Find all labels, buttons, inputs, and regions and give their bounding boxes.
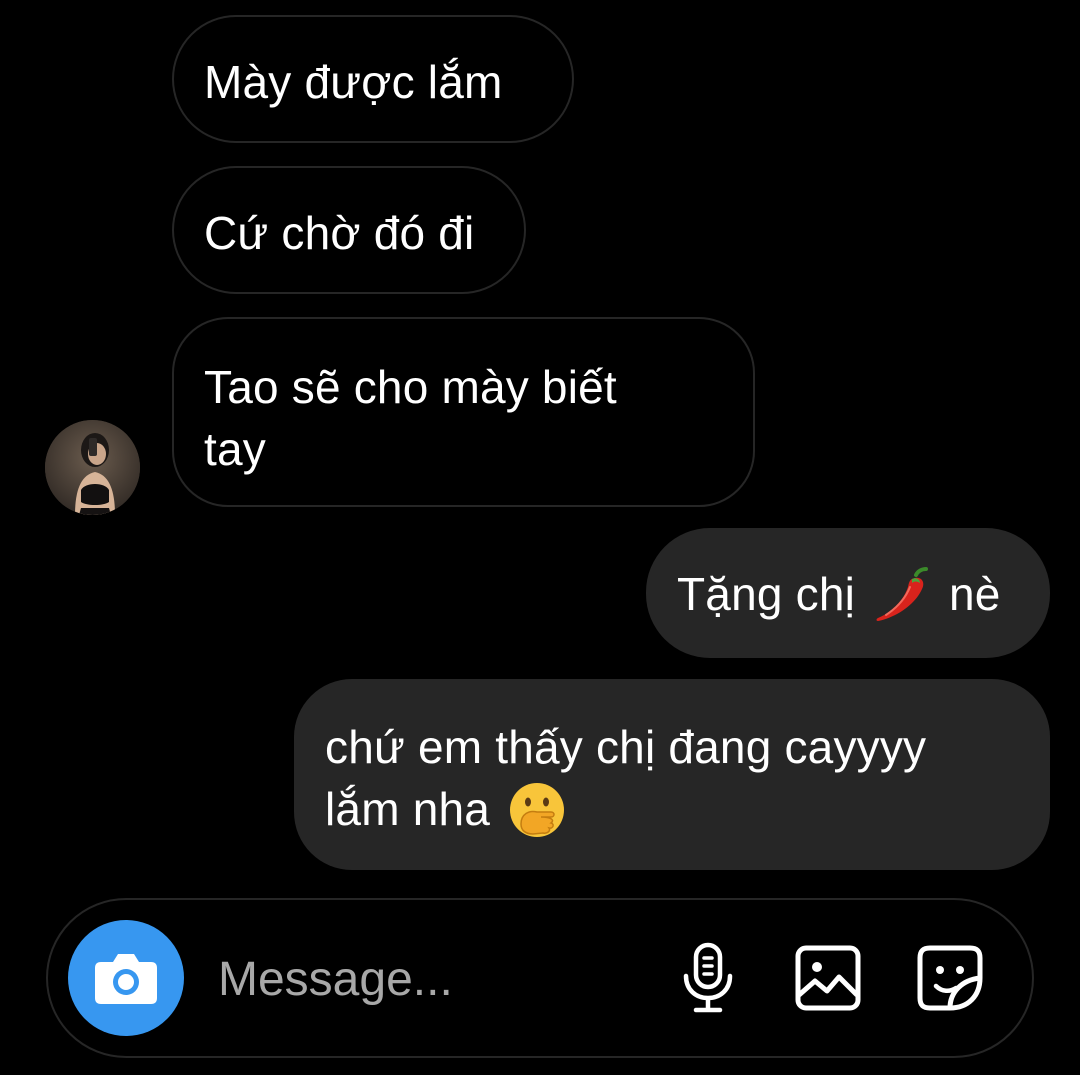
avatar-photo — [45, 420, 140, 515]
message-text: Tặng chị — [677, 568, 856, 620]
message-text: Mày được lắm — [204, 56, 503, 108]
message-text: Cứ chờ đó đi — [204, 207, 475, 259]
chili-pepper-icon — [876, 566, 929, 621]
message-text: chứ em thấy chị đang cayyyy — [325, 721, 927, 773]
microphone-icon — [683, 942, 733, 1013]
message-bubble-incoming[interactable]: Mày được lắm — [172, 15, 574, 143]
message-input[interactable] — [218, 944, 638, 1014]
message-text: Tao sẽ cho mày biết — [204, 361, 617, 413]
gallery-icon — [795, 945, 861, 1011]
camera-button[interactable] — [68, 920, 184, 1036]
face-with-hand-over-mouth-icon — [510, 782, 565, 837]
message-bubble-incoming[interactable]: Tao sẽ cho mày biết tay — [172, 317, 755, 507]
sticker-icon — [917, 945, 983, 1011]
message-bubble-incoming[interactable]: Cứ chờ đó đi — [172, 166, 526, 294]
message-text: lắm nha — [325, 783, 491, 835]
sender-avatar[interactable] — [45, 420, 140, 515]
camera-icon — [95, 954, 157, 1004]
message-text: nè — [949, 568, 1001, 620]
voice-message-button[interactable] — [668, 938, 748, 1018]
sticker-button[interactable] — [910, 938, 990, 1018]
message-text: tay — [204, 423, 266, 475]
gallery-button[interactable] — [788, 938, 868, 1018]
message-bubble-outgoing[interactable]: Tặng chị nè — [646, 528, 1050, 658]
message-composer — [46, 898, 1034, 1058]
message-bubble-outgoing[interactable]: chứ em thấy chị đang cayyyy lắm nha — [294, 679, 1050, 870]
